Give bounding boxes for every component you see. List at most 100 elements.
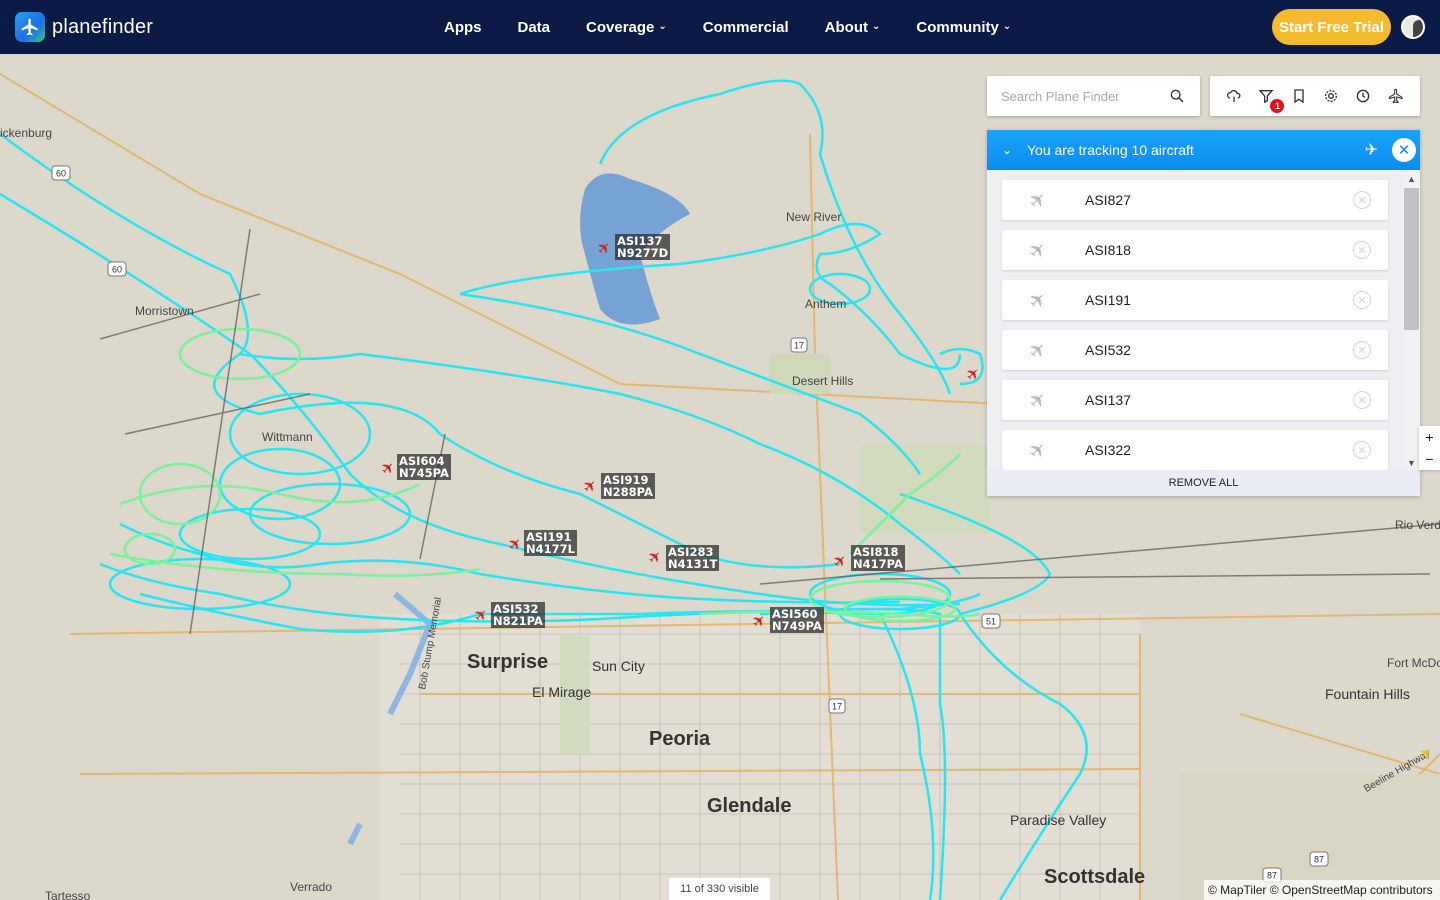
tracking-title: You are tracking 10 aircraft <box>1027 142 1194 158</box>
tracked-callsign: ASI322 <box>1085 442 1131 458</box>
chevron-down-icon: ⌄ <box>871 20 881 32</box>
route-shield-label: 87 <box>1314 855 1324 865</box>
tracking-scrollbar[interactable]: ▲ ▼ <box>1403 172 1420 470</box>
tracked-aircraft-row[interactable]: ✈ ASI827 ✕ <box>1002 180 1388 220</box>
nav-apps[interactable]: Apps <box>444 19 482 36</box>
aircraft-label[interactable]: ASI191 N4177L <box>524 530 577 556</box>
history-icon[interactable] <box>1352 85 1374 107</box>
user-avatar[interactable] <box>1401 15 1425 39</box>
remove-icon[interactable]: ✕ <box>1353 391 1371 409</box>
tracked-callsign: ASI191 <box>1085 292 1131 308</box>
visible-aircraft-count: 11 of 330 visible <box>669 878 770 900</box>
aircraft-label[interactable]: ASI532 N821PA <box>491 602 545 628</box>
route-shield-label: 60 <box>56 169 66 179</box>
planefinder-logo-icon <box>15 12 45 42</box>
chevron-down-icon: ⌄ <box>658 20 667 32</box>
remove-icon[interactable]: ✕ <box>1353 341 1371 359</box>
place-label: Rio Verde <box>1395 518 1440 532</box>
plane-icon: ✈ <box>1024 286 1053 315</box>
remove-all-button[interactable]: REMOVE ALL <box>987 470 1420 496</box>
aircraft-label[interactable]: ASI919 N288PA <box>601 473 655 499</box>
place-label: Surprise <box>467 651 549 673</box>
weather-icon[interactable] <box>1223 85 1245 107</box>
place-label: Wittmann <box>262 430 313 444</box>
place-label: ickenburg <box>0 126 53 140</box>
plane-icon: ✈ <box>1024 236 1053 265</box>
close-icon[interactable]: ✕ <box>1392 138 1416 162</box>
filter-icon[interactable]: 1 <box>1255 85 1285 113</box>
place-label: New River <box>786 210 842 224</box>
brand[interactable]: planefinder <box>15 12 153 42</box>
place-label: Fountain Hills <box>1325 686 1410 702</box>
place-label: Desert Hills <box>792 374 854 388</box>
place-label: Anthem <box>805 297 847 311</box>
zoom-out-button[interactable]: − <box>1425 451 1433 467</box>
tracked-callsign: ASI827 <box>1085 192 1131 208</box>
main-nav: Apps Data Coverage ⌄ Commercial About ⌄ Co… <box>444 0 1047 54</box>
place-label: Peoria <box>649 728 711 750</box>
place-label: Verrado <box>290 880 333 894</box>
place-label: Glendale <box>707 795 792 817</box>
airport-icon[interactable] <box>1385 85 1407 107</box>
route-shield-label: 60 <box>112 265 122 275</box>
place-label: El Mirage <box>532 684 592 700</box>
place-label: Paradise Valley <box>1010 812 1107 828</box>
tracked-callsign: ASI818 <box>1085 242 1131 258</box>
scrollbar-thumb[interactable] <box>1404 188 1419 330</box>
flight-tracks-secondary <box>109 327 981 623</box>
brand-name: planefinder <box>52 15 154 38</box>
plane-icon: ✈ <box>1024 436 1053 465</box>
aircraft-label[interactable]: ASI604 N745PA <box>397 454 451 480</box>
start-free-trial-button[interactable]: Start Free Trial <box>1272 9 1391 45</box>
scroll-up-icon[interactable]: ▲ <box>1403 172 1420 186</box>
aircraft-label[interactable]: ASI560 N749PA <box>770 607 824 633</box>
remove-icon[interactable]: ✕ <box>1353 291 1371 309</box>
tracked-aircraft-row[interactable]: ✈ ASI191 ✕ <box>1002 280 1388 320</box>
route-shield-label: 17 <box>832 702 842 712</box>
nav-about[interactable]: About ⌄ <box>825 19 881 36</box>
search-input[interactable] <box>987 77 1157 115</box>
map-attribution[interactable]: © MapTiler © OpenStreetMap contributors <box>1204 880 1440 900</box>
remove-icon[interactable]: ✕ <box>1353 441 1371 459</box>
nav-community[interactable]: Community ⌄ <box>916 19 1011 36</box>
chevron-down-icon: ⌄ <box>1002 20 1012 32</box>
tracking-list: ✈ ASI827 ✕ ✈ ASI818 ✕ ✈ ASI191 ✕ ✈ ASI53… <box>987 170 1420 470</box>
tracking-panel: ⌄ You are tracking 10 aircraft ✈ ✕ ✈ ASI… <box>987 130 1420 496</box>
tracked-aircraft-row[interactable]: ✈ ASI137 ✕ <box>1002 380 1388 420</box>
tracked-callsign: ASI137 <box>1085 392 1131 408</box>
search-box <box>987 76 1200 116</box>
aircraft-label[interactable]: ASI283 N4131T <box>666 545 720 571</box>
tracked-aircraft-row[interactable]: ✈ ASI322 ✕ <box>1002 430 1388 470</box>
aircraft-label[interactable]: ASI818 N417PA <box>851 545 905 571</box>
remove-icon[interactable]: ✕ <box>1353 241 1371 259</box>
aircraft-label[interactable]: ASI137 N9277D <box>615 234 671 260</box>
plane-icon: ✈ <box>1024 336 1053 365</box>
place-label: Scottsdale <box>1044 866 1146 888</box>
zoom-control: + − <box>1419 426 1440 470</box>
tracked-callsign: ASI532 <box>1085 342 1131 358</box>
plane-icon[interactable]: ✈ <box>1365 140 1378 160</box>
plane-icon: ✈ <box>1024 386 1053 415</box>
nav-data[interactable]: Data <box>518 19 551 36</box>
route-shield-label: 51 <box>986 617 996 627</box>
chevron-down-icon[interactable]: ⌄ <box>987 143 1027 157</box>
route-shield-label: 87 <box>1267 871 1277 881</box>
place-label: Fort McDo <box>1387 656 1440 670</box>
search-icon[interactable] <box>1169 88 1185 104</box>
nav-coverage[interactable]: Coverage ⌄ <box>586 19 667 36</box>
nav-commercial[interactable]: Commercial <box>703 19 789 36</box>
bookmark-icon[interactable] <box>1288 85 1310 107</box>
settings-icon[interactable] <box>1320 85 1342 107</box>
scroll-down-icon[interactable]: ▼ <box>1403 456 1420 470</box>
place-label: Sun City <box>592 658 645 674</box>
top-navbar: planefinder Apps Data Coverage ⌄ Commerci… <box>0 0 1440 54</box>
plane-icon: ✈ <box>1024 186 1053 215</box>
map-toolbar: 1 <box>1210 76 1420 116</box>
zoom-in-button[interactable]: + <box>1425 429 1433 445</box>
place-label: Tartesso <box>45 889 91 900</box>
tracked-aircraft-row[interactable]: ✈ ASI532 ✕ <box>1002 330 1388 370</box>
tracked-aircraft-row[interactable]: ✈ ASI818 ✕ <box>1002 230 1388 270</box>
remove-icon[interactable]: ✕ <box>1353 191 1371 209</box>
route-shield-label: 17 <box>794 341 804 351</box>
tracking-panel-header: ⌄ You are tracking 10 aircraft ✈ ✕ <box>987 130 1420 170</box>
